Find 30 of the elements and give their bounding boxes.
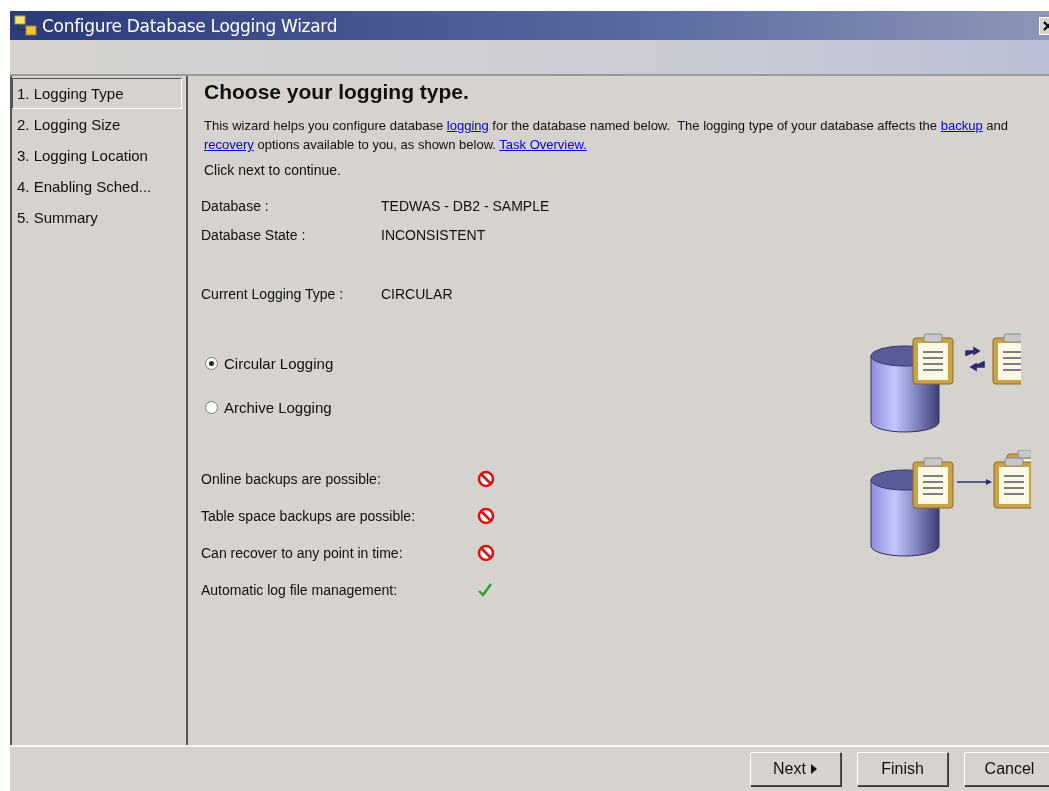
feature-label: Online backups are possible: bbox=[201, 470, 382, 487]
field-label: Current Logging Type : bbox=[201, 285, 345, 302]
field-label: Database State : bbox=[201, 226, 307, 243]
instruction-text: Click next to continue. bbox=[204, 162, 342, 178]
wizard-step[interactable]: 3. Logging Location bbox=[12, 140, 182, 171]
radio-option[interactable]: Archive Logging bbox=[205, 399, 841, 416]
wizard-step[interactable]: 4. Enabling Sched... bbox=[12, 171, 182, 202]
wizard-step[interactable]: 1. Logging Type bbox=[12, 78, 182, 109]
help-link[interactable]: Task Overview. bbox=[499, 137, 587, 152]
help-link[interactable]: backup bbox=[940, 118, 983, 133]
wizard-button[interactable]: Finish bbox=[857, 752, 948, 786]
wizard-step[interactable]: 5. Summary bbox=[12, 202, 182, 233]
wizard-step[interactable]: 2. Logging Size bbox=[12, 109, 182, 140]
next-button[interactable]: Next bbox=[750, 752, 841, 786]
feature-label: Table space backups are possible: bbox=[201, 507, 417, 524]
folder-icon bbox=[14, 14, 38, 37]
feature-label: Automatic log file management: bbox=[201, 581, 399, 598]
field-label: Database : bbox=[201, 197, 270, 214]
page-heading: Choose your logging type. bbox=[204, 80, 470, 104]
window-title: Configure Database Logging Wizard bbox=[42, 15, 338, 36]
feature-label: Can recover to any point in time: bbox=[201, 544, 404, 561]
caret-icon bbox=[809, 763, 818, 775]
field-value: CIRCULAR bbox=[381, 285, 453, 302]
field-value: TEDWAS - DB2 - SAMPLE bbox=[381, 197, 550, 214]
intro-paragraph: This wizard helps you configure database logging for the database named below. The logging type of your database affects the backup and recovery options available to you, as shown below. Task Overview. bbox=[204, 117, 1009, 154]
field-value: INCONSISTENT bbox=[381, 226, 486, 243]
help-link[interactable]: logging bbox=[446, 118, 489, 133]
radio-option[interactable]: Circular Logging bbox=[205, 355, 841, 372]
wizard-button[interactable]: Cancel bbox=[964, 752, 1049, 786]
help-link[interactable]: recovery bbox=[204, 137, 254, 152]
